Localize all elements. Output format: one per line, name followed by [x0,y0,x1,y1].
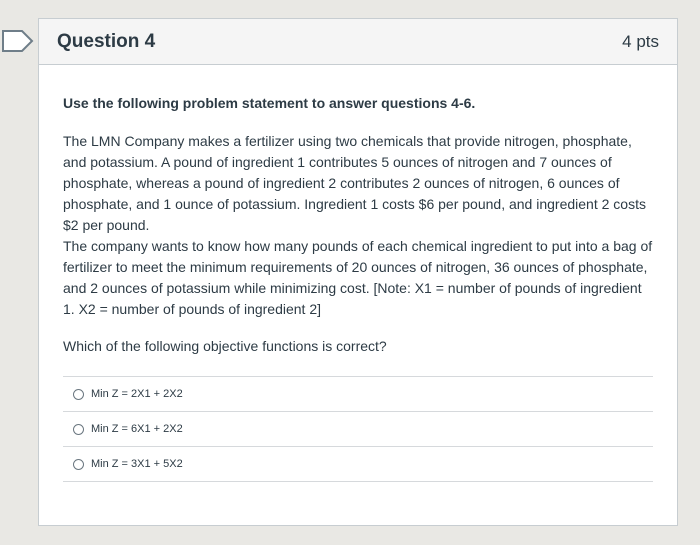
answer-label: Min Z = 2X1 + 2X2 [91,388,183,400]
radio-button[interactable] [73,458,84,470]
question-lead: Use the following problem statement to a… [63,95,476,111]
question-header: Question 4 4 pts [39,19,677,65]
problem-paragraph-2: The company wants to know how many pound… [63,238,653,317]
radio-button[interactable] [73,388,84,400]
answer-label: Min Z = 6X1 + 2X2 [91,423,183,435]
answer-option[interactable]: Min Z = 3X1 + 5X2 [63,447,653,482]
question-prompt: Which of the following objective functio… [63,338,387,354]
question-title: Question 4 [57,30,156,52]
question-points: 4 pts [622,31,659,51]
answer-option[interactable]: Min Z = 2X1 + 2X2 [63,377,653,412]
question-flag-icon[interactable] [0,28,36,54]
question-card: Question 4 4 pts Use the following probl… [38,18,678,526]
answer-list: Min Z = 2X1 + 2X2 Min Z = 6X1 + 2X2 Min … [63,376,653,482]
answer-label: Min Z = 3X1 + 5X2 [91,458,183,470]
problem-paragraph-1: The LMN Company makes a fertilizer using… [63,133,646,233]
question-body: Use the following problem statement to a… [39,65,677,482]
radio-button[interactable] [73,423,84,435]
answer-option[interactable]: Min Z = 6X1 + 2X2 [63,412,653,447]
